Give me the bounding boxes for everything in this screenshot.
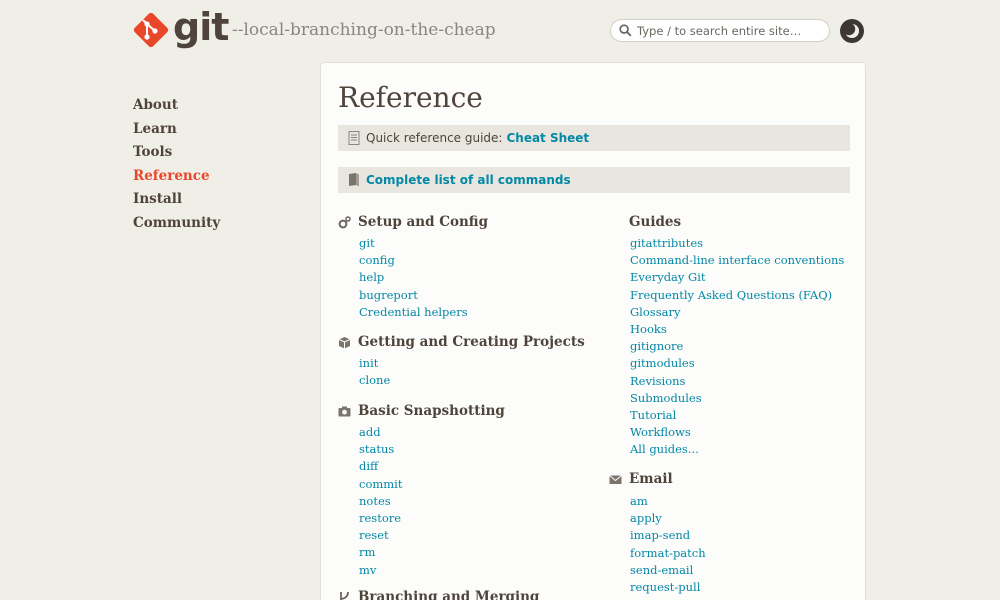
getting-projects-title: Getting and Creating Projects [358, 334, 585, 350]
page-title: Reference [338, 81, 483, 114]
git-logo[interactable]: git [132, 5, 229, 49]
basic-snapshotting-title: Basic Snapshotting [358, 403, 505, 419]
guides-title: Guides [629, 214, 682, 230]
logo-wordmark: git [173, 5, 229, 49]
book-icon [349, 173, 359, 187]
link-diff[interactable]: diff [359, 459, 378, 473]
link-am[interactable]: am [630, 494, 648, 508]
link-help[interactable]: help [359, 270, 384, 284]
setup-config-links: git config help bugreport Credential hel… [359, 235, 468, 321]
search-input[interactable] [637, 23, 827, 38]
link-send-email[interactable]: send-email [630, 563, 693, 577]
link-reset[interactable]: reset [359, 528, 389, 542]
link-tutorial[interactable]: Tutorial [630, 408, 676, 422]
getting-projects-heading: Getting and Creating Projects [338, 334, 585, 350]
git-logo-icon [133, 12, 169, 48]
gears-icon [338, 215, 351, 228]
setup-config-title: Setup and Config [358, 214, 489, 230]
site-tagline: --local-branching-on-the-cheap [232, 20, 496, 40]
complete-list-callout: Complete list of all commands [338, 167, 850, 193]
link-mv[interactable]: mv [359, 563, 376, 577]
link-format-patch[interactable]: format-patch [630, 546, 706, 560]
basic-snapshotting-heading: Basic Snapshotting [338, 403, 505, 419]
site-search[interactable] [610, 19, 830, 42]
sidebar-item-learn[interactable]: Learn [133, 120, 220, 144]
link-submodules[interactable]: Submodules [630, 391, 702, 405]
quick-reference-label: Quick reference guide: [366, 131, 503, 145]
link-config[interactable]: config [359, 253, 395, 267]
link-gitmodules[interactable]: gitmodules [630, 356, 695, 370]
sidebar-item-about[interactable]: About [133, 96, 220, 120]
cheat-sheet-link[interactable]: Cheat Sheet [506, 131, 589, 145]
guides-links: gitattributes Command-line interface con… [630, 235, 844, 458]
dark-mode-toggle[interactable] [840, 19, 864, 43]
sidebar-item-install[interactable]: Install [133, 190, 220, 214]
search-icon [619, 24, 632, 37]
sidebar-nav: About Learn Tools Reference Install Comm… [133, 96, 220, 237]
link-faq[interactable]: Frequently Asked Questions (FAQ) [630, 288, 832, 302]
getting-projects-links: init clone [359, 355, 390, 389]
setup-config-heading: Setup and Config [338, 214, 488, 230]
link-restore[interactable]: restore [359, 511, 401, 525]
document-icon [348, 131, 360, 145]
sidebar-item-tools[interactable]: Tools [133, 143, 220, 167]
link-all-guides[interactable]: All guides... [630, 442, 699, 456]
branch-icon [340, 591, 349, 600]
guides-heading: Guides [629, 214, 681, 230]
link-request-pull[interactable]: request-pull [630, 580, 700, 594]
link-gitignore[interactable]: gitignore [630, 339, 683, 353]
link-git[interactable]: git [359, 236, 375, 250]
link-everyday-git[interactable]: Everyday Git [630, 270, 706, 284]
link-workflows[interactable]: Workflows [630, 425, 691, 439]
sidebar-item-reference[interactable]: Reference [133, 167, 220, 191]
sidebar-item-community[interactable]: Community [133, 214, 220, 238]
quick-reference-callout: Quick reference guide: Cheat Sheet [338, 125, 850, 151]
link-commit[interactable]: commit [359, 477, 402, 491]
box-icon [338, 336, 351, 348]
link-imap-send[interactable]: imap-send [630, 528, 690, 542]
link-init[interactable]: init [359, 356, 378, 370]
branching-merging-title: Branching and Merging [358, 589, 540, 600]
main-content: Reference Quick reference guide: Cheat S… [320, 62, 866, 600]
moon-icon [844, 23, 859, 38]
link-status[interactable]: status [359, 442, 394, 456]
link-credential-helpers[interactable]: Credential helpers [359, 305, 468, 319]
link-add[interactable]: add [359, 425, 381, 439]
link-glossary[interactable]: Glossary [630, 305, 680, 319]
complete-command-list-link[interactable]: Complete list of all commands [366, 173, 571, 187]
link-rm[interactable]: rm [359, 545, 375, 559]
email-heading: Email [609, 471, 673, 487]
link-apply[interactable]: apply [630, 511, 662, 525]
link-hooks[interactable]: Hooks [630, 322, 667, 336]
link-bugreport[interactable]: bugreport [359, 288, 418, 302]
email-links: am apply imap-send format-patch send-ema… [630, 493, 706, 596]
branching-merging-heading: Branching and Merging [338, 589, 539, 600]
link-clone[interactable]: clone [359, 373, 390, 387]
email-title: Email [629, 471, 673, 487]
link-cli-conventions[interactable]: Command-line interface conventions [630, 253, 844, 267]
link-revisions[interactable]: Revisions [630, 374, 685, 388]
link-notes[interactable]: notes [359, 494, 391, 508]
envelope-icon [609, 474, 622, 484]
link-gitattributes[interactable]: gitattributes [630, 236, 703, 250]
camera-icon [338, 406, 351, 416]
basic-snapshotting-links: add status diff commit notes restore res… [359, 424, 402, 579]
